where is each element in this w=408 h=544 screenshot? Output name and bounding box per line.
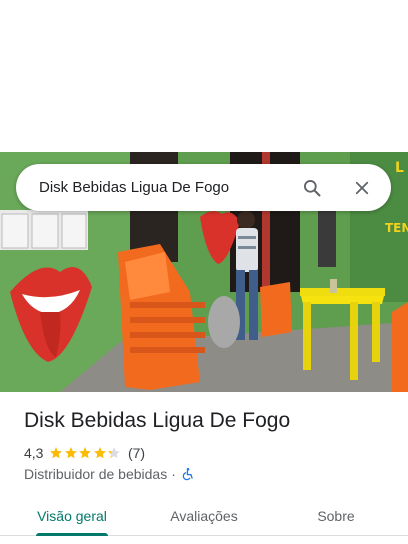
- rating-row[interactable]: 4,3 (7): [24, 444, 145, 462]
- clear-search-button[interactable]: [349, 175, 375, 201]
- search-button[interactable]: [299, 175, 325, 201]
- category-row: Distribuidor de bebidas ·: [24, 465, 195, 483]
- svg-text:TEN: TEN: [385, 221, 408, 235]
- separator-dot: ·: [171, 466, 176, 482]
- place-title: Disk Bebidas Ligua De Fogo: [24, 409, 291, 432]
- wheelchair-icon[interactable]: [181, 467, 195, 481]
- rating-stars: [49, 446, 122, 460]
- star-icon: [50, 447, 63, 459]
- search-bar[interactable]: Disk Bebidas Ligua De Fogo: [16, 164, 391, 211]
- active-tab-indicator: [36, 533, 108, 536]
- star-icon: [65, 447, 77, 459]
- star-icon: [94, 447, 106, 459]
- tab-about[interactable]: Sobre: [296, 496, 376, 536]
- search-icon: [304, 179, 321, 196]
- close-icon: [355, 181, 369, 194]
- place-category: Distribuidor de bebidas: [24, 466, 168, 482]
- place-tabs: Visão geral Avaliações Sobre: [0, 496, 408, 536]
- svg-text:L: L: [395, 160, 404, 176]
- review-count[interactable]: (7): [128, 445, 145, 461]
- tab-reviews[interactable]: Avaliações: [152, 496, 256, 536]
- tab-overview[interactable]: Visão geral: [24, 496, 120, 536]
- star-icon: [79, 447, 92, 459]
- search-input[interactable]: Disk Bebidas Ligua De Fogo: [16, 164, 299, 211]
- rating-value: 4,3: [24, 445, 44, 461]
- star-icon: [108, 447, 121, 459]
